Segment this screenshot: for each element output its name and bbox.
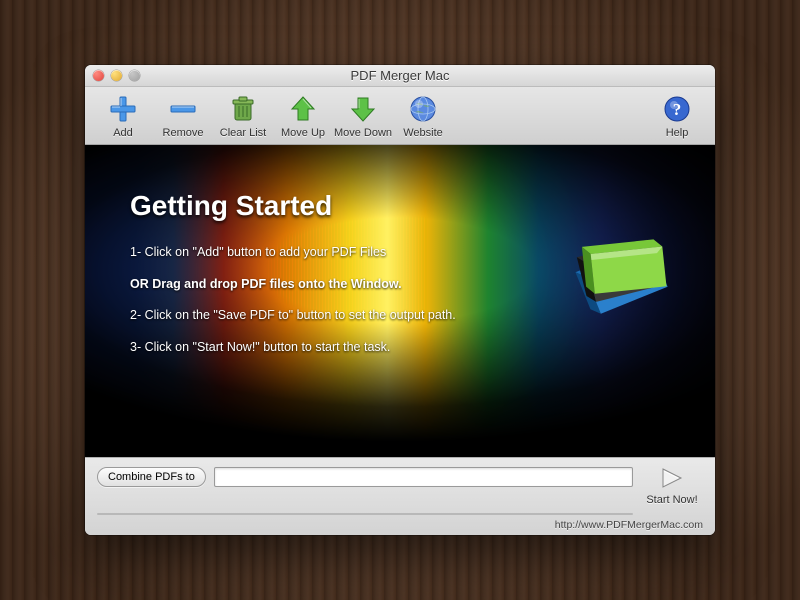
clear-list-button[interactable]: Clear List [213, 89, 273, 143]
website-label: Website [403, 127, 443, 139]
trash-icon [227, 93, 259, 125]
progress-bar [97, 513, 633, 515]
start-now-button[interactable] [659, 467, 685, 492]
step-3-text: 3- Click on "Start Now!" button to start… [130, 339, 535, 357]
arrow-up-icon [287, 93, 319, 125]
clear-list-label: Clear List [220, 127, 266, 139]
move-down-button[interactable]: Move Down [333, 89, 393, 143]
minimize-icon[interactable] [111, 70, 122, 81]
start-now-label: Start Now! [646, 494, 697, 506]
plus-icon [107, 93, 139, 125]
combine-pdfs-to-button[interactable]: Combine PDFs to [97, 467, 206, 487]
app-window: PDF Merger Mac Add Remove Clear List M [85, 65, 715, 535]
output-path-input[interactable] [214, 467, 633, 487]
help-icon: ? [661, 93, 693, 125]
remove-button[interactable]: Remove [153, 89, 213, 143]
titlebar[interactable]: PDF Merger Mac [85, 65, 715, 87]
bottom-bar: Combine PDFs to Start Now! http://www.PD… [85, 457, 715, 535]
help-button[interactable]: ? Help [647, 89, 707, 143]
help-label: Help [666, 127, 689, 139]
content-area[interactable]: Getting Started 1- Click on "Add" button… [85, 145, 715, 457]
zoom-icon[interactable] [129, 70, 140, 81]
add-label: Add [113, 127, 133, 139]
arrow-down-icon [347, 93, 379, 125]
step-2-text: 2- Click on the "Save PDF to" button to … [130, 307, 535, 325]
svg-text:?: ? [673, 100, 682, 119]
toolbar: Add Remove Clear List Move Up Move Down [85, 87, 715, 145]
traffic-lights [93, 70, 140, 81]
remove-label: Remove [163, 127, 204, 139]
minus-icon [167, 93, 199, 125]
move-up-label: Move Up [281, 127, 325, 139]
books-illustration-icon [560, 205, 680, 328]
website-button[interactable]: Website [393, 89, 453, 143]
page-title: Getting Started [130, 190, 535, 222]
window-title: PDF Merger Mac [85, 68, 715, 83]
website-url-text: http://www.PDFMergerMac.com [97, 519, 703, 531]
step-1-text: 1- Click on "Add" button to add your PDF… [130, 244, 535, 262]
move-up-button[interactable]: Move Up [273, 89, 333, 143]
globe-icon [407, 93, 439, 125]
add-button[interactable]: Add [93, 89, 153, 143]
play-icon [659, 467, 685, 489]
close-icon[interactable] [93, 70, 104, 81]
move-down-label: Move Down [334, 127, 392, 139]
or-text: OR Drag and drop PDF files onto the Wind… [130, 276, 535, 294]
getting-started-panel: Getting Started 1- Click on "Add" button… [130, 190, 535, 370]
